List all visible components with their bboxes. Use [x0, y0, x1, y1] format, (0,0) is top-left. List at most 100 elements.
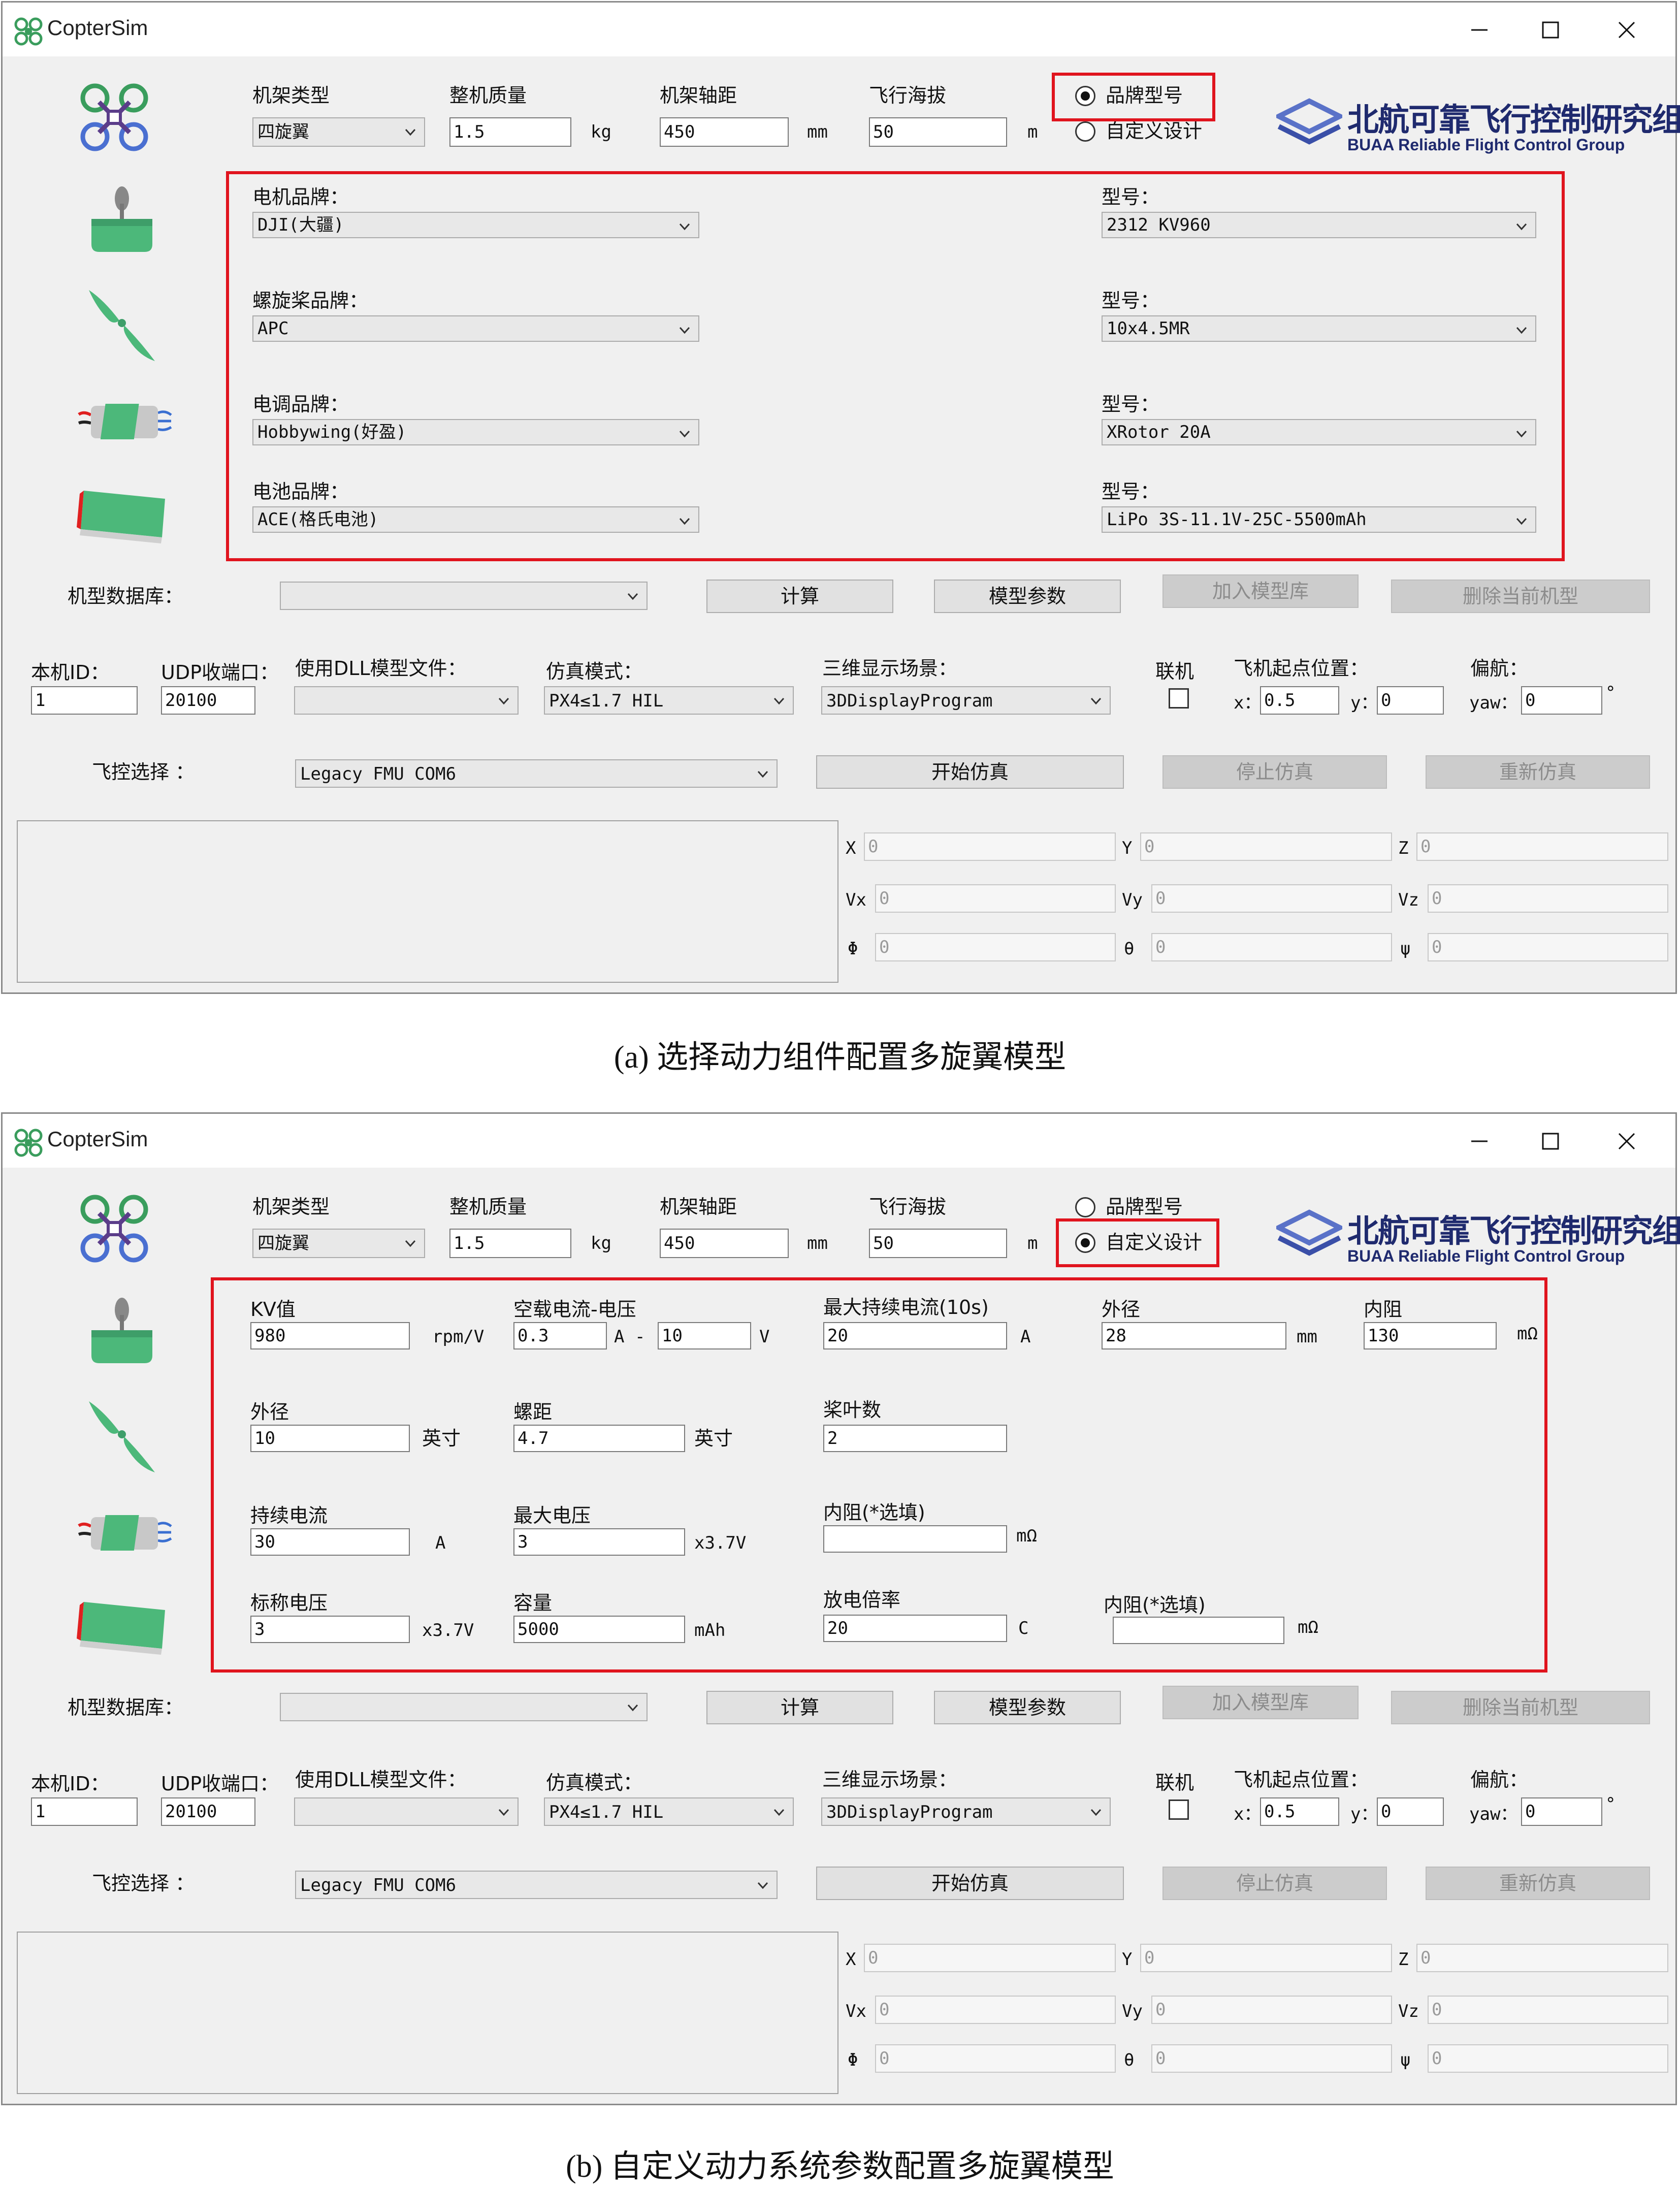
- vehicle-id-input[interactable]: 1: [31, 1797, 138, 1826]
- state-vy-label: Vy: [1122, 890, 1143, 910]
- yaw-input[interactable]: 0: [1521, 1797, 1602, 1826]
- minimize-icon[interactable]: [1464, 1126, 1495, 1156]
- state-phi-field: 0: [875, 933, 1116, 961]
- mass-input[interactable]: 1.5: [449, 117, 571, 147]
- udp-port-label: UDP收端口：: [161, 661, 279, 684]
- state-y-label: Y: [1122, 838, 1133, 858]
- model-params-button[interactable]: 模型参数: [934, 1691, 1121, 1724]
- frame-type-select[interactable]: 四旋翼: [252, 1229, 425, 1258]
- radio-brand-label: 品牌型号: [1106, 1196, 1183, 1218]
- online-checkbox[interactable]: [1169, 1799, 1189, 1820]
- model-db-select[interactable]: [280, 1693, 648, 1721]
- scene-select[interactable]: 3DDisplayProgram: [821, 1797, 1111, 1826]
- title-bar: CopterSim: [3, 1114, 1675, 1168]
- model-db-select[interactable]: [280, 582, 648, 610]
- maximize-icon[interactable]: [1535, 1126, 1566, 1156]
- start-x-input[interactable]: 0.5: [1260, 686, 1339, 715]
- delete-model-button[interactable]: 删除当前机型: [1391, 580, 1650, 613]
- battery-icon: [77, 491, 165, 543]
- start-sim-button[interactable]: 开始仿真: [816, 755, 1124, 789]
- sim-mode-select[interactable]: PX4≤1.7 HIL: [544, 1797, 794, 1826]
- yaw-unit: °: [1605, 683, 1616, 703]
- stop-sim-button[interactable]: 停止仿真: [1162, 1867, 1387, 1900]
- coptersim-app-icon: [14, 17, 43, 46]
- fc-select[interactable]: Legacy FMU COM6: [295, 759, 778, 788]
- mass-input[interactable]: 1.5: [449, 1229, 571, 1258]
- state-z-label: Z: [1398, 838, 1409, 858]
- altitude-label: 飞行海拔: [869, 84, 947, 107]
- stop-sim-button[interactable]: 停止仿真: [1162, 755, 1387, 789]
- state-vx-label: Vx: [846, 2001, 866, 2021]
- maximize-icon[interactable]: [1535, 15, 1566, 45]
- x-label: x：: [1234, 1804, 1262, 1824]
- chevron-down-icon: [773, 697, 785, 705]
- y-label: y：: [1350, 1804, 1378, 1824]
- calc-button[interactable]: 计算: [706, 580, 893, 613]
- frame-type-select[interactable]: 四旋翼: [252, 117, 425, 147]
- scene-label: 三维显示场景：: [822, 1769, 958, 1791]
- start-x-input[interactable]: 0.5: [1260, 1797, 1339, 1826]
- client-area: 机架类型 四旋翼 整机质量 1.5 kg 机架轴距 450 mm 飞行海拔 50…: [3, 56, 1680, 992]
- state-vx-field: 0: [875, 884, 1116, 913]
- propeller-icon: [89, 1401, 155, 1472]
- start-y-input[interactable]: 0: [1377, 686, 1444, 715]
- start-pos-label: 飞机起点位置：: [1234, 657, 1369, 680]
- state-vz-field: 0: [1428, 1996, 1668, 2024]
- caption-b: (b) 自定义动力系统参数配置多旋翼模型: [566, 2149, 1114, 2184]
- fc-select-value: Legacy FMU COM6: [300, 1875, 457, 1895]
- mass-label: 整机质量: [449, 1196, 527, 1218]
- calc-button[interactable]: 计算: [706, 1691, 893, 1724]
- yaw-title: 偏航：: [1470, 657, 1529, 680]
- model-params-button[interactable]: 模型参数: [934, 580, 1121, 613]
- app-title: CopterSim: [47, 16, 148, 40]
- minimize-icon[interactable]: [1464, 15, 1495, 45]
- radio-brand-model[interactable]: [1075, 1197, 1095, 1217]
- coptersim-window-custom: CopterSim 机架类型 四旋翼 整机质量 1.5 kg 机架轴距 450 …: [1, 1112, 1680, 2105]
- delete-model-button[interactable]: 删除当前机型: [1391, 1691, 1650, 1724]
- chevron-down-icon: [1090, 1809, 1102, 1816]
- chevron-down-icon: [757, 770, 768, 778]
- state-z-field: 0: [1416, 1944, 1668, 1972]
- altitude-input[interactable]: 50: [869, 1229, 1007, 1258]
- state-y-field: 0: [1140, 832, 1392, 861]
- close-icon[interactable]: [1611, 15, 1642, 45]
- add-to-db-button[interactable]: 加入模型库: [1162, 1686, 1359, 1719]
- start-pos-label: 飞机起点位置：: [1234, 1769, 1369, 1791]
- app-title: CopterSim: [47, 1127, 148, 1151]
- radio-custom-design[interactable]: [1075, 121, 1095, 142]
- propeller-icon: [89, 290, 155, 361]
- altitude-input[interactable]: 50: [869, 117, 1007, 147]
- wheelbase-input[interactable]: 450: [660, 1229, 789, 1258]
- title-bar: CopterSim: [3, 3, 1675, 56]
- start-y-input[interactable]: 0: [1377, 1797, 1444, 1826]
- sim-mode-select[interactable]: PX4≤1.7 HIL: [544, 686, 794, 715]
- buaa-logo: 北航可靠飞行控制研究组 BUAA Reliable Flight Control…: [1276, 92, 1680, 158]
- add-to-db-button[interactable]: 加入模型库: [1162, 574, 1359, 608]
- vehicle-id-input[interactable]: 1: [31, 686, 138, 715]
- state-vx-field: 0: [875, 1996, 1116, 2024]
- scene-select[interactable]: 3DDisplayProgram: [821, 686, 1111, 715]
- start-sim-button[interactable]: 开始仿真: [816, 1867, 1124, 1900]
- fc-select-label: 飞控选择 ：: [92, 1872, 195, 1894]
- udp-port-input[interactable]: 20100: [161, 1797, 255, 1826]
- restart-sim-button[interactable]: 重新仿真: [1426, 1867, 1650, 1900]
- fc-select[interactable]: Legacy FMU COM6: [295, 1871, 778, 1899]
- state-vz-label: Vz: [1398, 890, 1419, 910]
- coptersim-window-brand: CopterSim 机架类型 四旋翼 整机质量 1.5 kg 机架轴距 450 …: [1, 1, 1680, 994]
- dll-model-label: 使用DLL模型文件：: [295, 657, 467, 680]
- state-y-label: Y: [1122, 1949, 1133, 1970]
- udp-port-input[interactable]: 20100: [161, 686, 255, 715]
- dll-model-select[interactable]: [294, 1797, 519, 1826]
- wheelbase-input[interactable]: 450: [660, 117, 789, 147]
- fc-select-value: Legacy FMU COM6: [300, 764, 457, 784]
- yaw-input[interactable]: 0: [1521, 686, 1602, 715]
- logo-title: 北航可靠飞行控制研究组: [1347, 101, 1680, 138]
- scene-value: 3DDisplayProgram: [826, 691, 993, 711]
- dll-model-select[interactable]: [294, 686, 519, 715]
- close-icon[interactable]: [1611, 1126, 1642, 1156]
- restart-sim-button[interactable]: 重新仿真: [1426, 755, 1650, 789]
- model-db-label: 机型数据库：: [68, 1696, 184, 1719]
- online-checkbox[interactable]: [1169, 688, 1189, 709]
- log-panel: [17, 820, 838, 983]
- chevron-down-icon: [627, 1704, 638, 1712]
